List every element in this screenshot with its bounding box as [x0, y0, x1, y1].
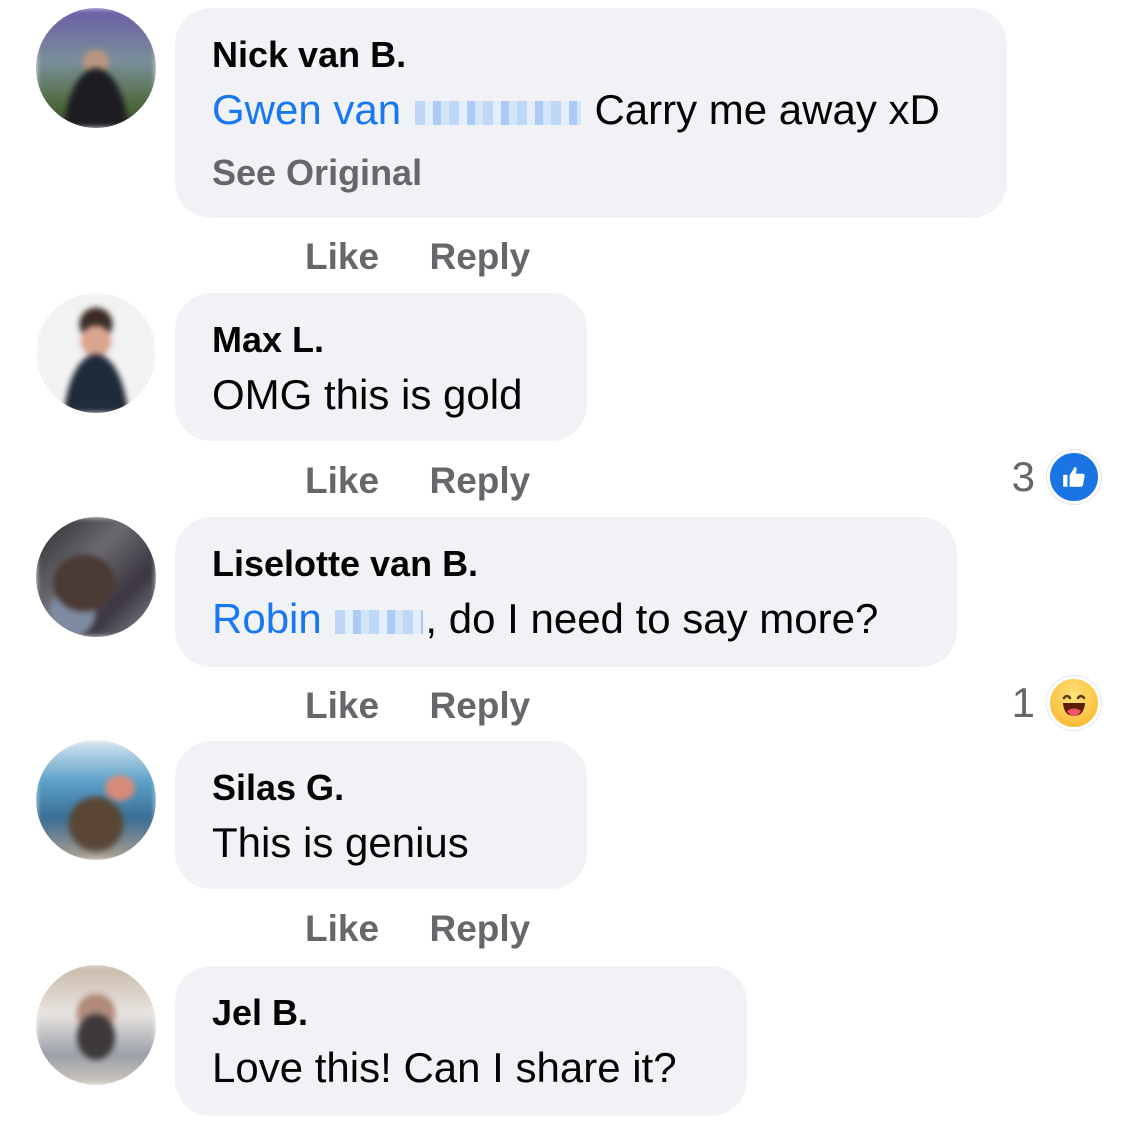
comment-author[interactable]: Max L. — [212, 319, 550, 361]
like-button[interactable]: Like — [305, 460, 379, 502]
avatar[interactable] — [36, 965, 156, 1085]
comment-text-body: Carry me away xD — [582, 86, 940, 133]
reply-button[interactable]: Reply — [430, 908, 531, 950]
comment-actions: Like Reply — [305, 236, 576, 280]
comment-bubble: Jel B. Love this! Can I share it? — [175, 966, 747, 1116]
reaction-summary[interactable]: 3 — [1011, 450, 1101, 504]
redacted-name — [414, 100, 581, 125]
avatar[interactable] — [36, 517, 156, 637]
comment-text: Gwen van Carry me away xD — [212, 84, 970, 136]
comment-bubble: Nick van B. Gwen van Carry me away xD Se… — [175, 8, 1007, 218]
comment-author[interactable]: Silas G. — [212, 767, 550, 809]
comment-actions: Like Reply — [305, 685, 576, 729]
comment-bubble: Silas G. This is genius — [175, 741, 587, 889]
like-button[interactable]: Like — [305, 685, 379, 727]
like-button[interactable]: Like — [305, 236, 379, 278]
comment-actions: Like Reply — [305, 908, 576, 952]
comment-actions: Like Reply — [305, 460, 576, 504]
comment-text: This is genius — [212, 819, 469, 866]
avatar[interactable] — [36, 293, 156, 413]
comment-author[interactable]: Liselotte van B. — [212, 543, 920, 585]
reply-button[interactable]: Reply — [430, 460, 531, 502]
comment-author[interactable]: Jel B. — [212, 992, 710, 1034]
comment-text: Love this! Can I share it? — [212, 1044, 677, 1091]
reaction-summary[interactable]: 1 — [1011, 676, 1101, 730]
mention-link[interactable]: Robin — [212, 595, 322, 642]
comment-author[interactable]: Nick van B. — [212, 34, 970, 76]
reply-button[interactable]: Reply — [430, 236, 531, 278]
like-button[interactable]: Like — [305, 908, 379, 950]
haha-emoji-icon — [1047, 676, 1101, 730]
avatar[interactable] — [36, 8, 156, 128]
see-original-link[interactable]: See Original — [212, 152, 970, 194]
comment-text: Robin , do I need to say more? — [212, 593, 920, 645]
mention-link[interactable]: Gwen van — [212, 86, 401, 133]
comment-text-body: , do I need to say more? — [425, 595, 879, 642]
redacted-name — [335, 609, 424, 634]
comment-bubble: Liselotte van B. Robin , do I need to sa… — [175, 517, 957, 667]
comment-bubble: Max L. OMG this is gold — [175, 293, 587, 441]
reaction-count: 1 — [1011, 679, 1035, 726]
like-thumb-icon — [1047, 450, 1101, 504]
comment-text: OMG this is gold — [212, 371, 523, 418]
reaction-count: 3 — [1011, 453, 1035, 500]
avatar[interactable] — [36, 740, 156, 860]
reply-button[interactable]: Reply — [430, 685, 531, 727]
